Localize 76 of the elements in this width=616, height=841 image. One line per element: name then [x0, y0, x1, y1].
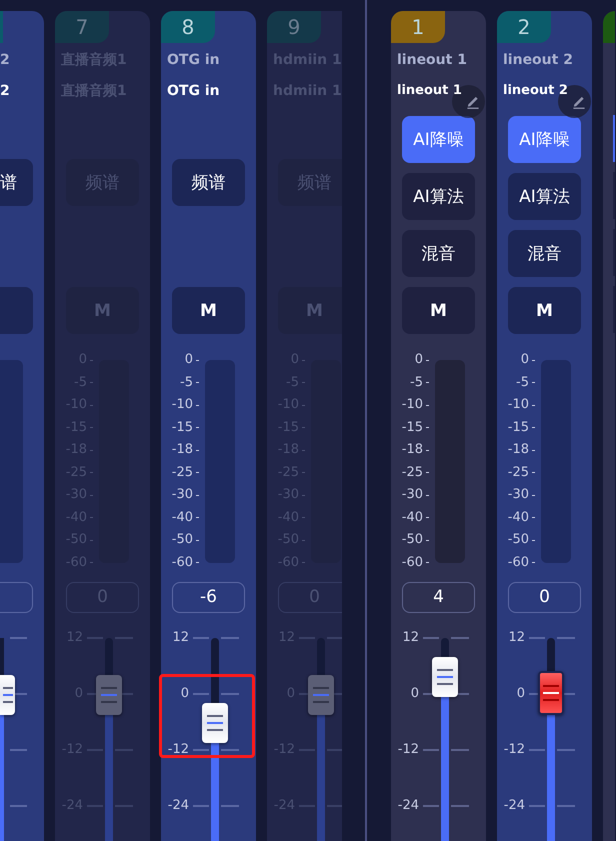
- meter-scale-label: -5: [410, 376, 423, 390]
- channel-display-name: lineout 2: [503, 82, 568, 100]
- meter-scale-label: -25: [172, 466, 193, 480]
- pencil-icon: [466, 94, 480, 108]
- fader-scale-label: 12: [172, 630, 189, 646]
- spectrum-button[interactable]: 谱: [0, 159, 33, 206]
- fader-scale-label: -12: [168, 742, 189, 758]
- meter-scale-label: -5: [180, 376, 193, 390]
- fader-scale-label: -24: [504, 798, 525, 814]
- edit-button[interactable]: [452, 85, 485, 118]
- fader-scale-label: 12: [508, 630, 525, 646]
- fader-scale-label: 12: [402, 630, 419, 646]
- channel-name: OTG in: [167, 51, 221, 70]
- meter-scale-label: -40: [172, 510, 193, 525]
- meter-scale-label: -15: [172, 420, 193, 435]
- value-field[interactable]: -6: [172, 582, 245, 613]
- channel-display-name: 2: [0, 82, 10, 101]
- meter-scale-label: -40: [508, 510, 529, 525]
- fader-scale-label: -12: [504, 742, 525, 758]
- meter-scale-label: -30: [172, 488, 193, 502]
- channel-name: 2: [0, 51, 11, 70]
- channel-tab[interactable]: 2: [497, 11, 551, 43]
- fader-scale-label: -12: [398, 742, 419, 758]
- meter-scale-label: -50: [508, 533, 529, 548]
- meter-scale-label: -60: [402, 556, 423, 570]
- value-field[interactable]: 0: [508, 582, 581, 613]
- channel-name: lineout 1: [397, 51, 468, 70]
- meter-scale-label: -18: [172, 443, 193, 458]
- mute-button[interactable]: M: [402, 287, 475, 334]
- channel-button[interactable]: AI算法: [508, 173, 581, 220]
- fader-thumb[interactable]: [432, 656, 458, 697]
- meter-scale-label: 0: [520, 353, 529, 367]
- mute-button[interactable]: M: [172, 287, 245, 334]
- channel-name: lineout 2: [503, 51, 574, 70]
- meter-scale-label: -50: [402, 533, 423, 548]
- meter-scale-label: 0: [184, 353, 193, 367]
- meter-scale-label: -10: [508, 398, 529, 412]
- meter-scale-label: -25: [508, 466, 529, 480]
- meter-scale-label: -40: [402, 510, 423, 525]
- fader-scale-label: -24: [398, 798, 419, 814]
- channel-button[interactable]: 频谱: [172, 159, 245, 206]
- meter-scale-label: -5: [516, 376, 529, 390]
- meter-scale-label: -30: [402, 488, 423, 502]
- channel-button[interactable]: 混音: [402, 230, 475, 277]
- meter-scale-label: -30: [508, 488, 529, 502]
- value-field[interactable]: 4: [402, 582, 475, 613]
- meter-scale-label: 0: [414, 353, 423, 367]
- channel-tab[interactable]: 1: [391, 11, 445, 43]
- fader-thumb[interactable]: [202, 703, 228, 744]
- channel-display-name: OTG in: [167, 82, 220, 101]
- fader-scale-label: -24: [168, 798, 189, 814]
- channel-button[interactable]: 混音: [508, 230, 581, 277]
- pencil-icon: [572, 94, 586, 108]
- fader-scale-label: 0: [410, 686, 419, 702]
- meter-scale-label: -18: [508, 443, 529, 458]
- meter-scale-label: -60: [508, 556, 529, 570]
- meter-scale-label: -25: [402, 466, 423, 480]
- fader-thumb[interactable]: [538, 670, 564, 715]
- value-field[interactable]: [0, 582, 33, 613]
- fader-scale-label: 0: [180, 686, 189, 702]
- channel-button[interactable]: AI算法: [402, 173, 475, 220]
- meter-scale-label: -18: [402, 443, 423, 458]
- meter-scale-label: -15: [402, 420, 423, 435]
- meter-scale-label: -15: [508, 420, 529, 435]
- meter-scale-label: -10: [402, 398, 423, 412]
- edit-button[interactable]: [558, 85, 591, 118]
- meter-scale-label: -60: [172, 556, 193, 570]
- channel-button[interactable]: AI降噪: [508, 116, 581, 163]
- meter-scale-label: -10: [172, 398, 193, 412]
- meter-scale-label: -50: [172, 533, 193, 548]
- mute-button[interactable]: M: [508, 287, 581, 334]
- channel-tab[interactable]: 8: [161, 11, 215, 43]
- fader-scale-label: 0: [516, 686, 525, 702]
- channel-button[interactable]: AI降噪: [402, 116, 475, 163]
- fader-thumb[interactable]: [0, 674, 15, 715]
- channel-display-name: lineout 1: [397, 82, 462, 100]
